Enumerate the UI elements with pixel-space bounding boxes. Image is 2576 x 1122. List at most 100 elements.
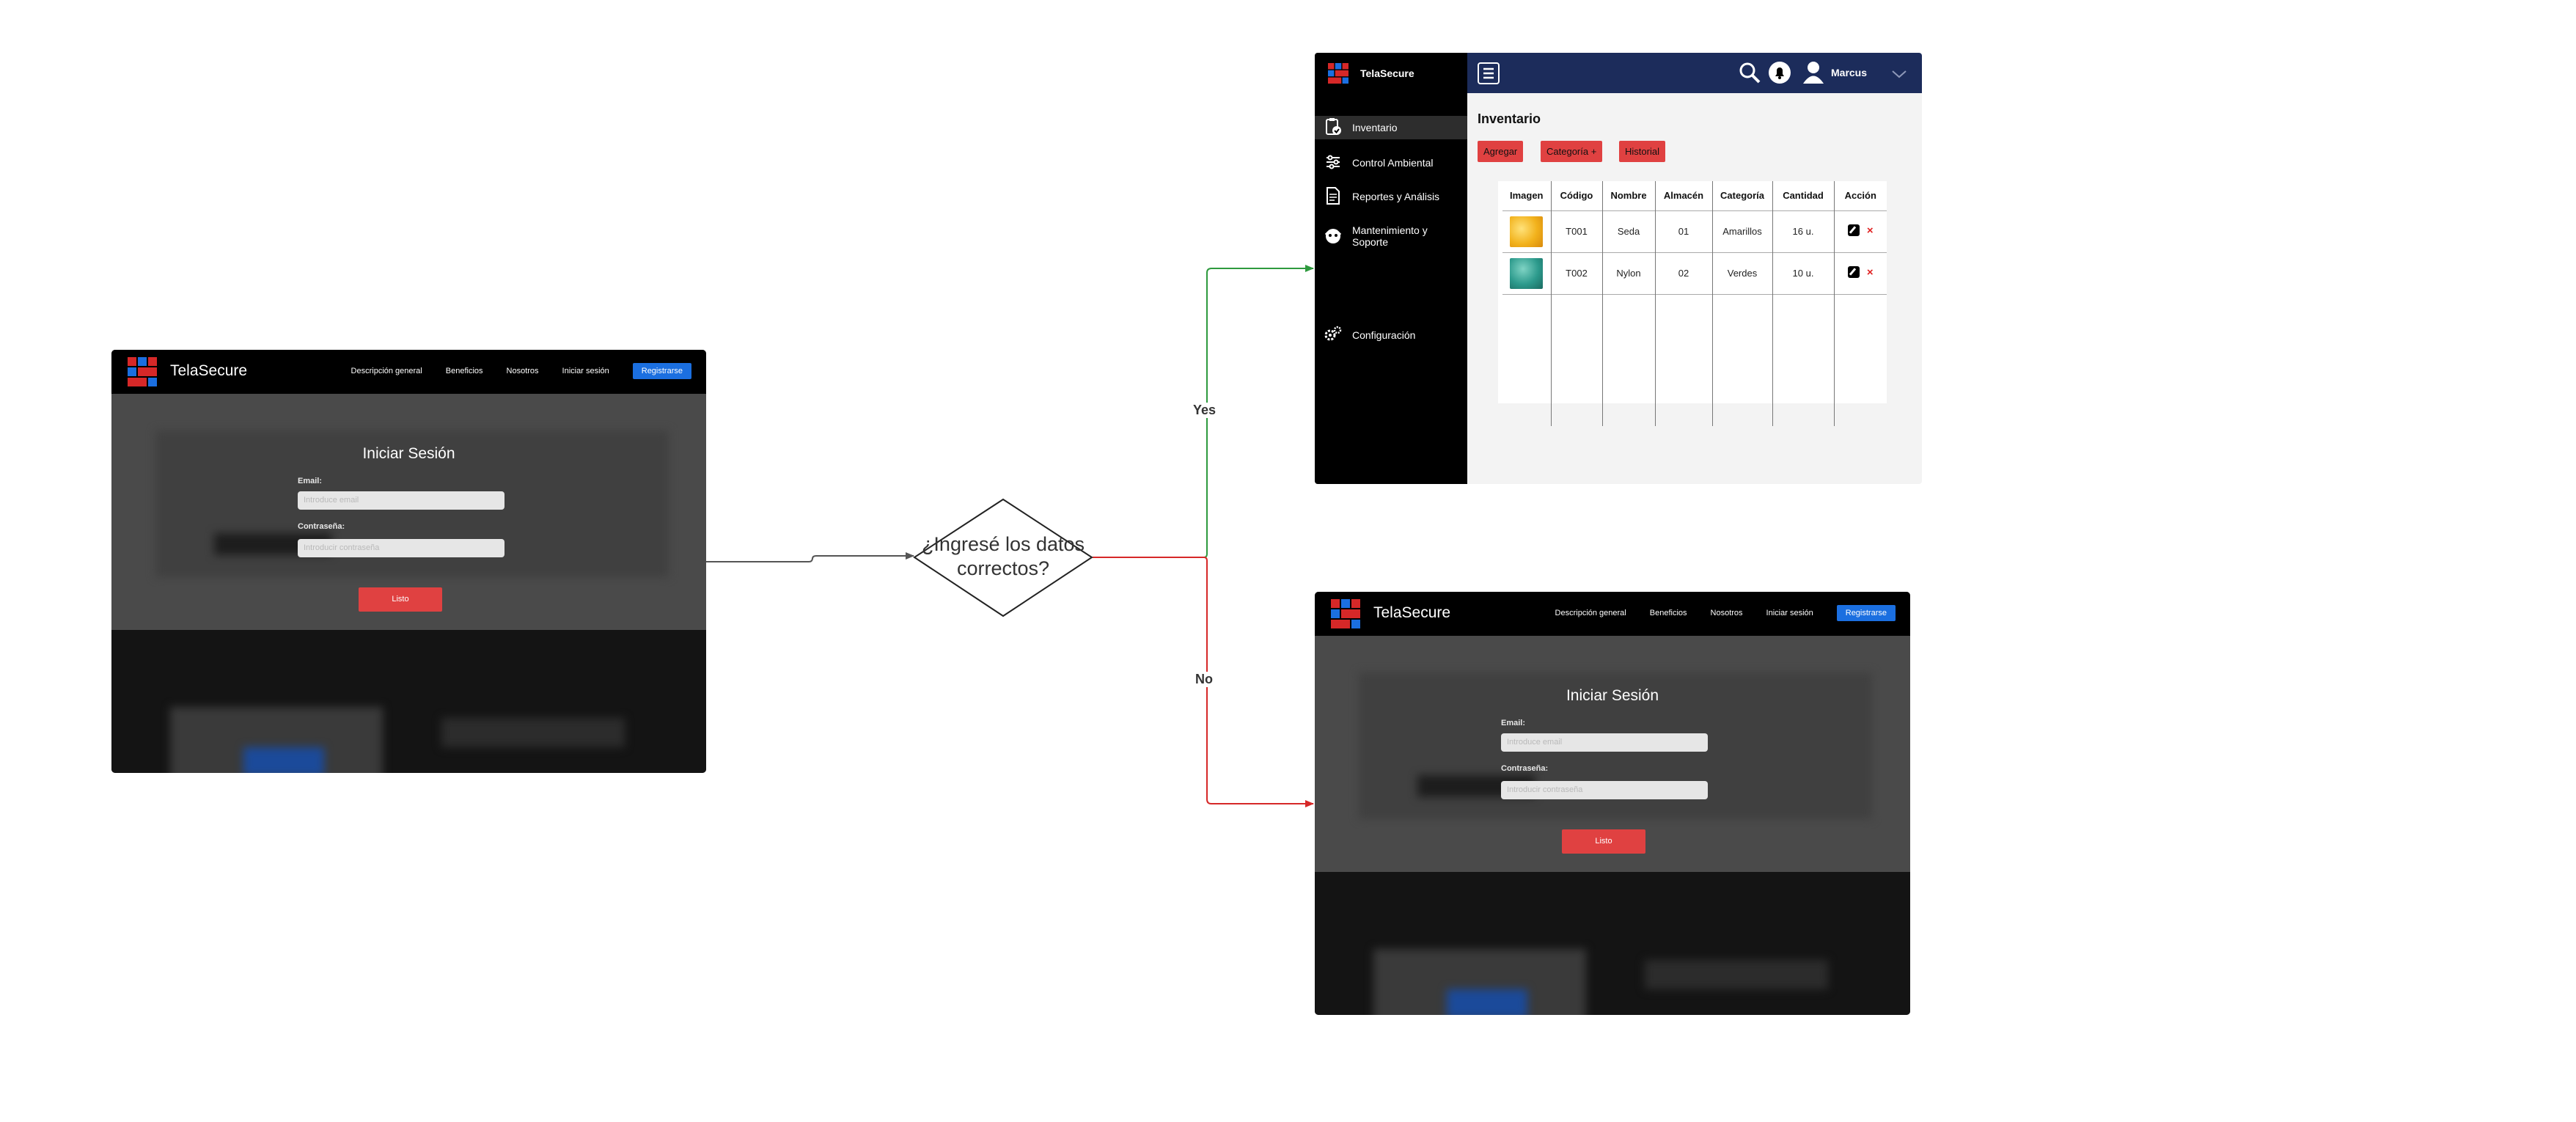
submit-button[interactable]: Listo	[1562, 829, 1645, 854]
fabric-thumbnail	[1510, 216, 1544, 247]
no-label: No	[1194, 672, 1214, 687]
sidebar-item-inventario[interactable]: Inventario	[1315, 116, 1467, 139]
yes-label: Yes	[1192, 403, 1218, 418]
lower-section	[1315, 872, 1910, 1015]
password-label: Contraseña:	[1501, 764, 1549, 773]
edit-icon[interactable]	[1847, 224, 1860, 237]
sidebar-item-label: Mantenimiento y Soporte	[1352, 224, 1428, 248]
nav-links: Descripción general Beneficios Nosotros …	[1555, 605, 1896, 621]
lower-section	[111, 630, 706, 773]
telasecure-logo-icon	[128, 357, 158, 388]
blurred-text	[1645, 960, 1828, 989]
nav-link-login[interactable]: Iniciar sesión	[562, 367, 609, 375]
brand-name: TelaSecure	[170, 362, 248, 379]
nav-link-benefits[interactable]: Beneficios	[446, 367, 483, 375]
nav-link-about[interactable]: Nosotros	[507, 367, 539, 375]
list-menu-icon[interactable]	[1478, 62, 1500, 84]
password-field[interactable]: Introducir contraseña	[298, 539, 504, 557]
edge-no-to-login	[1200, 557, 1314, 807]
chevron-down-icon[interactable]	[1891, 69, 1907, 79]
sidebar-item-label: Inventario	[1352, 122, 1398, 133]
sidebar-item-label: Control Ambiental	[1352, 157, 1434, 169]
history-button[interactable]: Historial	[1619, 141, 1665, 162]
login-title: Iniciar Sesión	[1566, 687, 1659, 704]
delete-icon[interactable]: ×	[1867, 224, 1874, 237]
edit-icon[interactable]	[1847, 266, 1860, 279]
category-add-button[interactable]: Categoría +	[1541, 141, 1603, 162]
inventory-table: Imagen Código Nombre Almacén Categoría C…	[1502, 181, 1887, 426]
submit-button[interactable]: Listo	[359, 587, 442, 612]
sidebar-item-configuracion[interactable]: Configuración	[1315, 324, 1467, 346]
telasecure-logo-icon	[1328, 63, 1348, 84]
flow-diagram: ¿Ingresé los datos correctos? Yes No Tel…	[0, 0, 2576, 1122]
email-field[interactable]: Introduce email	[1501, 733, 1708, 752]
cell-code: T002	[1550, 252, 1602, 294]
email-field[interactable]: Introduce email	[298, 491, 504, 510]
delete-icon[interactable]: ×	[1867, 266, 1874, 279]
table-row[interactable]: T002 Nylon 02 Verdes 10 u. ×	[1502, 252, 1887, 294]
user-name[interactable]: Marcus	[1831, 67, 1867, 78]
nav-link-overview[interactable]: Descripción general	[1555, 609, 1626, 617]
sidebar-item-mantenimiento[interactable]: Mantenimiento y Soporte	[1315, 223, 1467, 252]
cell-code: T001	[1550, 210, 1602, 252]
add-button[interactable]: Agregar	[1478, 141, 1524, 162]
login-screen-left: TelaSecure Descripción general Beneficio…	[111, 350, 706, 773]
table-row[interactable]: T001 Seda 01 Amarillos 16 u. ×	[1502, 210, 1887, 252]
table-empty-row	[1502, 293, 1887, 426]
cell-warehouse: 02	[1654, 252, 1712, 294]
clipboard-check-icon	[1326, 118, 1341, 135]
user-avatar-icon[interactable]	[1801, 59, 1826, 84]
register-button[interactable]: Registrarse	[1836, 605, 1896, 621]
sliders-icon	[1326, 155, 1340, 169]
sidebar: TelaSecure Inventario Control Ambiental …	[1315, 53, 1467, 484]
login-screen-retry: TelaSecure Descripción general Beneficio…	[1315, 592, 1910, 1015]
sidebar-item-label: Configuración	[1352, 329, 1416, 341]
nav-link-benefits[interactable]: Beneficios	[1650, 609, 1687, 617]
edge-login-to-decision	[706, 552, 914, 562]
nav-link-login[interactable]: Iniciar sesión	[1766, 609, 1813, 617]
cell-quantity: 16 u.	[1772, 210, 1834, 252]
nav-link-overview[interactable]: Descripción general	[351, 367, 422, 375]
col-header-imagen: Imagen	[1509, 190, 1544, 202]
register-button[interactable]: Registrarse	[632, 363, 691, 379]
password-label: Contraseña:	[298, 522, 345, 531]
gears-icon	[1324, 326, 1342, 341]
search-icon[interactable]	[1739, 62, 1761, 84]
nav-links: Descripción general Beneficios Nosotros …	[351, 363, 691, 379]
table-header-row: Imagen Código Nombre Almacén Categoría C…	[1502, 181, 1887, 210]
brand-name: TelaSecure	[1360, 67, 1414, 79]
blurred-card-accent	[243, 747, 324, 773]
nav-link-about[interactable]: Nosotros	[1711, 609, 1743, 617]
sidebar-item-reportes[interactable]: Reportes y Análisis	[1315, 185, 1467, 207]
top-navbar: TelaSecure Descripción general Beneficio…	[111, 350, 706, 394]
cell-quantity: 10 u.	[1772, 252, 1834, 294]
cell-warehouse: 01	[1654, 210, 1712, 252]
cell-category: Amarillos	[1711, 210, 1772, 252]
cell-name: Nylon	[1601, 252, 1655, 294]
sidebar-item-control-ambiental[interactable]: Control Ambiental	[1315, 151, 1467, 173]
email-label: Email:	[1501, 719, 1526, 727]
cell-name: Seda	[1601, 210, 1655, 252]
col-header-codigo: Código	[1550, 181, 1602, 210]
login-title: Iniciar Sesión	[362, 445, 455, 462]
col-header-accion: Acción	[1833, 181, 1887, 210]
inventory-table-container: Imagen Código Nombre Almacén Categoría C…	[1498, 181, 1887, 426]
email-label: Email:	[298, 477, 323, 485]
telasecure-logo-icon	[1331, 599, 1362, 630]
col-header-categoria: Categoría	[1711, 181, 1772, 210]
sidebar-item-label: Reportes y Análisis	[1352, 191, 1440, 202]
fabric-thumbnail	[1510, 257, 1544, 289]
support-icon	[1324, 229, 1342, 243]
document-icon	[1326, 187, 1340, 205]
blurred-text	[441, 718, 625, 747]
inventory-screen: TelaSecure Inventario Control Ambiental …	[1315, 53, 1922, 484]
notification-bell-icon[interactable]	[1768, 61, 1791, 84]
page-title: Inventario	[1478, 111, 1541, 126]
cell-category: Verdes	[1711, 252, 1772, 294]
col-header-almacen: Almacén	[1654, 181, 1712, 210]
decision-text: ¿Ingresé los datos correctos?	[921, 533, 1085, 579]
password-field[interactable]: Introducir contraseña	[1501, 781, 1708, 799]
col-header-cantidad: Cantidad	[1772, 181, 1834, 210]
brand-name: TelaSecure	[1373, 604, 1451, 621]
col-header-nombre: Nombre	[1601, 181, 1655, 210]
